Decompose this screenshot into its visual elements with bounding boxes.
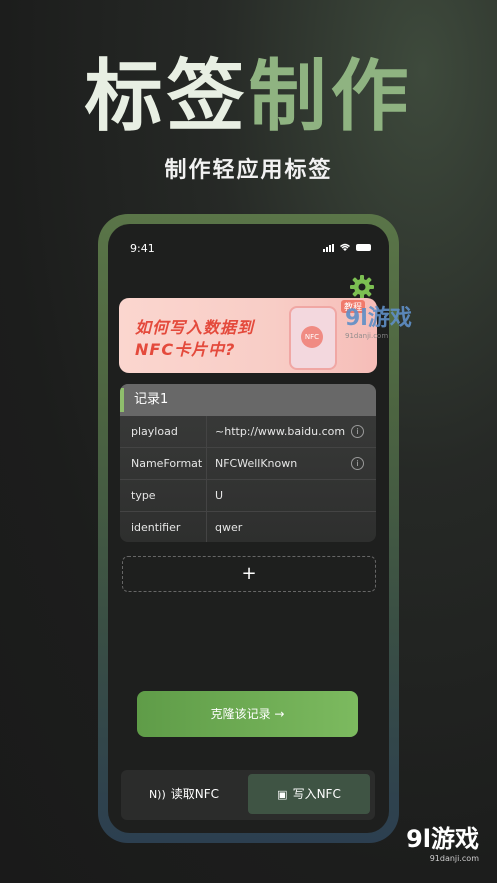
nfc-read-icon: N)) [148,788,166,801]
status-bar: 9:41 [130,242,371,256]
add-record-button[interactable]: + [122,556,376,592]
watermark-logo: 9l游戏 91danji.com [345,300,412,340]
row-key: playload [131,425,178,438]
tab-write-label: 写入NFC [292,787,341,801]
row-value: ~http://www.baidu.com [215,425,346,438]
row-value: NFCWellKnown [215,457,298,470]
row-key: identifier [131,521,181,534]
info-icon[interactable]: i [351,425,364,438]
banner-line1: 如何写入数据到 [135,318,255,337]
watermark-url: 91danji.com [345,332,389,340]
record-title: 记录1 [120,384,376,416]
row-divider [206,480,207,511]
nfc-write-icon: ▣ [277,788,288,801]
tab-read-label: 读取NFC [170,787,220,801]
tab-write-nfc[interactable]: ▣ 写入NFC [248,774,370,814]
table-row[interactable]: NameFormat NFCWellKnown i [120,448,376,480]
watermark-url: 91danji.com [429,854,479,863]
status-icons [323,243,371,252]
wifi-icon [340,243,350,251]
watermark-brand: 9l游戏 [406,825,479,853]
hero-title-part2: 制作 [248,52,413,142]
bottom-tab-bar: N)) 读取NFC ▣ 写入NFC [121,770,375,820]
battery-icon [356,244,371,251]
tab-read-nfc[interactable]: N)) 读取NFC [123,774,245,814]
nfc-badge: NFC [301,326,323,348]
row-key: type [131,489,156,502]
table-row[interactable]: identifier qwer [120,512,376,542]
row-divider [206,512,207,542]
table-row[interactable]: playload ~http://www.baidu.com i [120,416,376,448]
watermark-logo-bottom: 9l游戏 91danji.com [406,819,479,863]
clone-record-button[interactable]: 克隆该记录 → [137,691,358,737]
row-value: qwer [215,521,243,534]
status-time: 9:41 [130,242,155,255]
tutorial-banner[interactable]: 如何写入数据到 NFC卡片中? 教程 NFC [119,298,377,373]
hero-title: 标签制作 [0,52,497,142]
record-card: 记录1 playload ~http://www.baidu.com i Nam… [120,384,376,542]
gear-icon[interactable] [349,274,375,300]
row-divider [206,416,207,447]
hero-title-part1: 标签 [84,52,249,142]
banner-line2: NFC卡片中? [135,340,236,359]
signal-icon [323,243,334,252]
row-divider [206,448,207,479]
row-key: NameFormat [131,457,203,470]
watermark-brand: 9l游戏 [345,306,412,331]
hero-subtitle: 制作轻应用标签 [164,158,333,183]
info-icon[interactable]: i [351,457,364,470]
table-row[interactable]: type U [120,480,376,512]
row-value: U [215,489,224,502]
